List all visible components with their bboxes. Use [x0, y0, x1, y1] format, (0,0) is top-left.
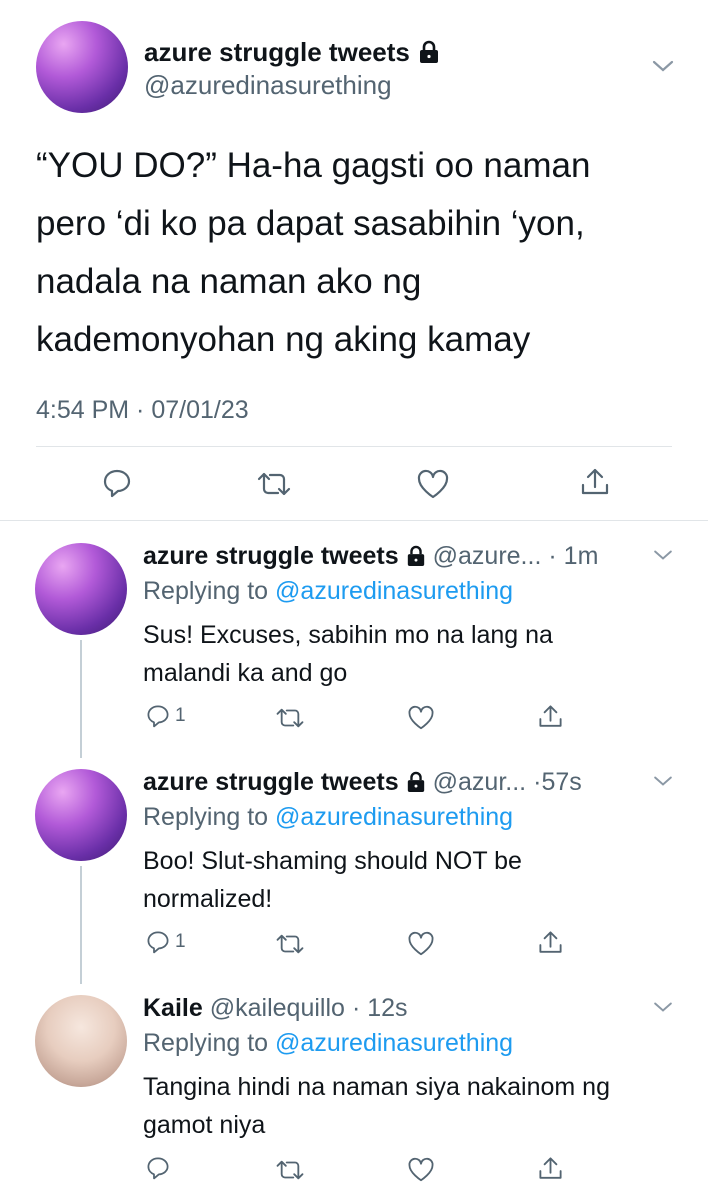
- replying-to-label: Replying to: [143, 1029, 269, 1057]
- heart-icon[interactable]: [407, 705, 435, 730]
- reply-action[interactable]: 1: [146, 704, 186, 728]
- reply-time[interactable]: · 1m: [548, 541, 598, 571]
- lock-icon: [406, 771, 426, 793]
- thread-line: [80, 640, 82, 758]
- reply-header: Kaile @kailequillo · 12s: [143, 993, 408, 1023]
- divider: [36, 446, 672, 447]
- share-icon[interactable]: [537, 1155, 564, 1182]
- chevron-down-icon[interactable]: [651, 58, 675, 74]
- tweet-text-line: pero ‘di ko pa dapat sasabihin ‘yon,: [36, 204, 585, 243]
- reply-icon[interactable]: [146, 704, 170, 728]
- reply-time[interactable]: · 12s: [352, 993, 408, 1023]
- tweet-text-line: kademonyohan ng aking kamay: [36, 320, 531, 359]
- share-icon[interactable]: [537, 703, 564, 730]
- reply-text-line: Boo! Slut-shaming should NOT be: [143, 847, 522, 875]
- retweet-icon[interactable]: [275, 1158, 305, 1182]
- reply-icon[interactable]: [146, 930, 170, 954]
- reply-header: azure struggle tweets @azur... ·57s: [143, 767, 582, 797]
- chevron-down-icon[interactable]: [652, 774, 674, 788]
- retweet-icon[interactable]: [256, 470, 292, 498]
- reply-count: 1: [175, 931, 186, 952]
- reply-header: azure struggle tweets @azure... · 1m: [143, 541, 598, 571]
- chevron-down-icon[interactable]: [652, 548, 674, 562]
- main-author: azure struggle tweets: [144, 37, 440, 67]
- reply-author-handle[interactable]: @kailequillo: [210, 993, 345, 1023]
- divider: [0, 520, 708, 521]
- replying-to-handle[interactable]: @azuredinasurething: [275, 803, 513, 831]
- reply-text: Tangina hindi na naman siya nakainom ng …: [143, 1068, 688, 1144]
- heart-icon[interactable]: [416, 469, 450, 499]
- reply-text: Sus! Excuses, sabihin mo na lang na mala…: [143, 616, 683, 692]
- reply-author-name[interactable]: Kaile: [143, 993, 203, 1023]
- replying-to-label: Replying to: [143, 577, 269, 605]
- heart-icon[interactable]: [407, 1157, 435, 1182]
- thread-line: [80, 866, 82, 984]
- replying-to: Replying to @azuredinasurething: [143, 802, 513, 832]
- tweet-text-line: “YOU DO?” Ha-ha gagsti oo naman: [36, 146, 591, 185]
- reply-text-line: normalized!: [143, 885, 273, 913]
- reply-text-line: Tangina hindi na naman siya nakainom ng: [143, 1073, 610, 1101]
- tweet-text-line: nadala na naman ako ng: [36, 262, 422, 301]
- reply-icon[interactable]: [146, 1156, 170, 1180]
- reply-action[interactable]: 1: [146, 930, 186, 954]
- reply-author-name[interactable]: azure struggle tweets: [143, 767, 399, 797]
- avatar[interactable]: [35, 769, 127, 861]
- retweet-icon[interactable]: [275, 932, 305, 956]
- reply-text-line: gamot niya: [143, 1111, 266, 1139]
- reply-text-line: malandi ka and go: [143, 659, 348, 687]
- main-author-name[interactable]: azure struggle tweets: [144, 37, 410, 67]
- reply-author-handle[interactable]: @azur...: [433, 767, 526, 797]
- reply-author-handle[interactable]: @azure...: [433, 541, 542, 571]
- reply-text: Boo! Slut-shaming should NOT be normaliz…: [143, 842, 683, 918]
- main-avatar[interactable]: [36, 21, 128, 113]
- reply-count: 1: [175, 705, 186, 726]
- retweet-icon[interactable]: [275, 706, 305, 730]
- replying-to-handle[interactable]: @azuredinasurething: [275, 1029, 513, 1057]
- reply-icon[interactable]: [102, 468, 132, 498]
- avatar[interactable]: [35, 995, 127, 1087]
- main-timestamp[interactable]: 4:54 PM · 07/01/23: [36, 396, 249, 425]
- avatar[interactable]: [35, 543, 127, 635]
- reply-author-name[interactable]: azure struggle tweets: [143, 541, 399, 571]
- replying-to-label: Replying to: [143, 803, 269, 831]
- lock-icon: [418, 40, 440, 64]
- heart-icon[interactable]: [407, 931, 435, 956]
- share-icon[interactable]: [537, 929, 564, 956]
- main-author-handle[interactable]: @azuredinasurething: [144, 70, 392, 100]
- chevron-down-icon[interactable]: [652, 1000, 674, 1014]
- main-tweet-text: “YOU DO?” Ha-ha gagsti oo naman pero ‘di…: [36, 137, 696, 369]
- reply-text-line: Sus! Excuses, sabihin mo na lang na: [143, 621, 553, 649]
- replying-to: Replying to @azuredinasurething: [143, 576, 513, 606]
- lock-icon: [406, 545, 426, 567]
- replying-to-handle[interactable]: @azuredinasurething: [275, 577, 513, 605]
- replying-to: Replying to @azuredinasurething: [143, 1028, 513, 1058]
- reply-time[interactable]: ·57s: [533, 767, 582, 797]
- share-icon[interactable]: [579, 466, 611, 498]
